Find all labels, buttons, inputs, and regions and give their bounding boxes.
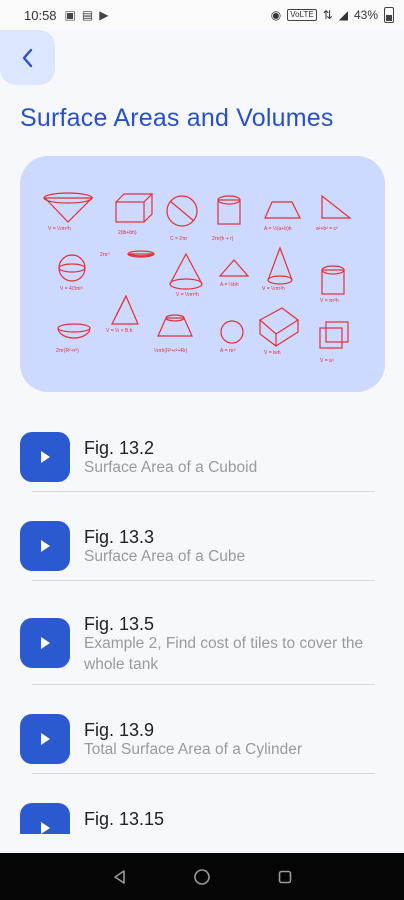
image-icon: ▣ — [64, 8, 76, 22]
figure-description: Surface Area of a Cuboid — [84, 459, 258, 476]
figure-description: Surface Area of a Cube — [84, 548, 246, 565]
battery-percent: 43% — [353, 8, 378, 22]
status-time: 10:58 — [24, 7, 57, 23]
figure-number: Fig. 13.15 — [84, 809, 165, 829]
svg-text:V = ⅓πr²h: V = ⅓πr²h — [48, 226, 71, 232]
svg-text:V = πr²h: V = πr²h — [320, 298, 339, 304]
nav-home-button[interactable] — [190, 865, 214, 889]
svg-text:A = πr²: A = πr² — [220, 348, 236, 354]
svg-text:V = lwh: V = lwh — [264, 350, 281, 356]
battery-icon — [384, 7, 394, 23]
figure-list: Fig. 13.2 Surface Area of a Cuboid Fig. … — [0, 422, 404, 834]
back-button[interactable] — [0, 30, 55, 85]
svg-text:V = ⅓πr²h: V = ⅓πr²h — [176, 292, 199, 298]
record-icon: ◉ — [270, 8, 282, 22]
svg-text:2πr(h + r): 2πr(h + r) — [212, 236, 234, 242]
svg-text:V = a³: V = a³ — [320, 358, 334, 364]
network-badge: VoLTE — [287, 9, 317, 21]
figure-number: Fig. 13.5 — [84, 614, 155, 634]
figure-number: Fig. 13.3 — [84, 527, 155, 547]
status-bar: 10:58 ▣ ▤ ▶ ◉ VoLTE ⇅ ◢ 43% — [0, 0, 404, 30]
svg-text:a²+b² = c²: a²+b² = c² — [316, 226, 338, 232]
svg-text:V = ⅓ × B.h: V = ⅓ × B.h — [106, 328, 133, 334]
play-button[interactable] — [20, 618, 70, 668]
divider — [32, 491, 375, 492]
figure-number: Fig. 13.9 — [84, 720, 155, 740]
figure-number: Fig. 13.2 — [84, 438, 155, 458]
system-nav-bar — [0, 853, 404, 900]
play-icon — [41, 822, 50, 834]
geometry-sketch: V = ⅓πr²h 2(lb+bh) C = 2πr 2πr(h + r) A = ½… — [43, 192, 352, 364]
play-button[interactable] — [20, 714, 70, 764]
divider — [32, 580, 375, 581]
gallery-icon: ▤ — [81, 8, 94, 22]
svg-text:C = 2πr: C = 2πr — [170, 236, 188, 242]
svg-text:⅓πh(R²+r²+Rr): ⅓πh(R²+r²+Rr) — [154, 348, 188, 354]
svg-text:V = 4/3πr³: V = 4/3πr³ — [60, 286, 83, 292]
svg-text:A = ½(a+b)h: A = ½(a+b)h — [264, 225, 292, 232]
nav-back-button[interactable] — [108, 865, 132, 889]
svg-text:2πr³: 2πr³ — [100, 252, 110, 258]
wifi-icon: ⇅ — [322, 8, 333, 22]
play-button[interactable] — [20, 803, 70, 834]
play-icon — [41, 637, 50, 649]
nav-recents-button[interactable] — [273, 865, 297, 889]
svg-text:2πr(R²+r²): 2πr(R²+r²) — [56, 348, 79, 354]
divider — [32, 684, 375, 685]
play-icon — [41, 540, 50, 552]
page-title: Surface Areas and Volumes — [20, 104, 334, 132]
youtube-icon: ▶ — [99, 8, 109, 22]
play-button[interactable] — [20, 432, 70, 482]
hero-illustration: V = ⅓πr²h 2(lb+bh) C = 2πr 2πr(h + r) A = ½… — [20, 156, 385, 392]
square-recents-icon — [278, 870, 292, 884]
figure-description: Total Surface Area of a Cylinder — [84, 741, 302, 758]
play-icon — [41, 733, 50, 745]
play-button[interactable] — [20, 521, 70, 571]
svg-text:V = ⅓πr²h: V = ⅓πr²h — [262, 286, 285, 292]
circle-home-icon — [194, 869, 210, 885]
svg-text:2(lb+bh): 2(lb+bh) — [118, 230, 137, 236]
signal-icon: ◢ — [338, 8, 348, 22]
chevron-left-icon — [22, 48, 32, 67]
play-icon — [41, 451, 50, 463]
triangle-back-icon — [114, 870, 125, 884]
divider — [32, 773, 375, 774]
svg-text:A = ½bh: A = ½bh — [220, 281, 239, 288]
figure-description: Example 2, Find cost of tiles to cover t… — [84, 635, 364, 673]
